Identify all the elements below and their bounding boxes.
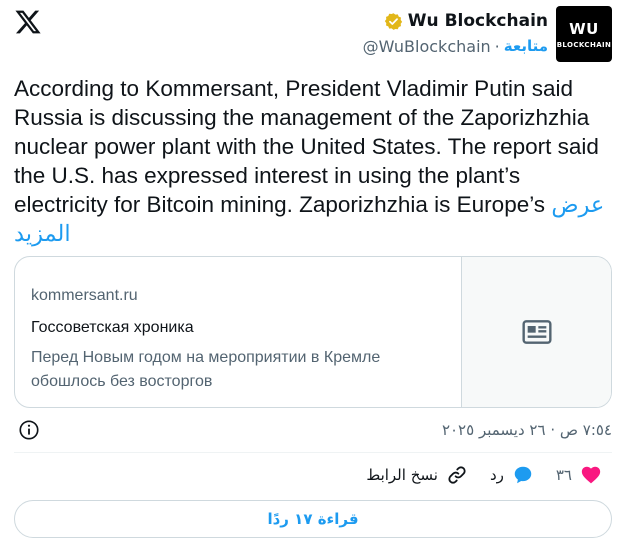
verified-badge-icon [384, 13, 402, 31]
follow-button[interactable]: متابعة [504, 37, 548, 55]
author-handle[interactable]: @WuBlockchain [363, 37, 491, 56]
card-domain: kommersant.ru [31, 287, 138, 304]
link-icon [448, 466, 466, 484]
like-button[interactable]: ٣٦ [556, 464, 602, 486]
separator-dot: · [494, 36, 500, 56]
avatar-logo-text: WU [569, 19, 599, 38]
copy-link-button[interactable]: نسخ الرابط [366, 464, 468, 486]
x-logo-icon[interactable] [14, 8, 42, 36]
author-handle-row: @WuBlockchain · متابعة [363, 36, 548, 56]
reply-button[interactable]: رد [490, 464, 534, 486]
card-description: Перед Новым годом на мероприятии в Кремл… [31, 349, 381, 390]
avatar-logo-subtext: BLOCKCHAIN [556, 40, 612, 49]
tweet-actions: ٣٦ رد نسخ الرابط [366, 462, 602, 488]
author-name-row: Wu Blockchain [384, 11, 548, 32]
tweet-author: Wu Blockchain @WuBlockchain · متابعة WU … [363, 6, 612, 62]
card-title: Госсоветская хроника [31, 319, 194, 336]
tweet-timestamp[interactable]: ٧:٥٤ ص · ٢٦ ديسمبر ٢٠٢٥ [442, 421, 612, 439]
tweet-text: According to Kommersant, President Vladi… [14, 74, 614, 248]
heart-icon [581, 466, 601, 484]
info-icon[interactable] [18, 419, 40, 441]
tweet-body: According to Kommersant, President Vladi… [14, 76, 599, 217]
reply-bubble-icon [514, 466, 532, 484]
news-article-icon [521, 320, 552, 344]
card-thumbnail [461, 257, 611, 407]
divider [14, 452, 612, 453]
copy-link-label: نسخ الرابط [366, 466, 438, 484]
reply-label: رد [489, 466, 504, 484]
author-text: Wu Blockchain @WuBlockchain · متابعة [363, 11, 548, 56]
read-replies-button[interactable]: قراءة ١٧ ردًا [14, 500, 612, 538]
avatar[interactable]: WU BLOCKCHAIN [556, 6, 612, 62]
card-body: kommersant.ru Госсоветская хроника Перед… [15, 257, 461, 407]
link-preview-card[interactable]: kommersant.ru Госсоветская хроника Перед… [14, 256, 612, 408]
read-replies-label: قراءة ١٧ ردًا [267, 510, 359, 528]
author-display-name[interactable]: Wu Blockchain [408, 11, 548, 32]
tweet-meta-row: ٧:٥٤ ص · ٢٦ ديسمبر ٢٠٢٥ [14, 418, 612, 442]
like-count: ٣٦ [555, 466, 572, 484]
